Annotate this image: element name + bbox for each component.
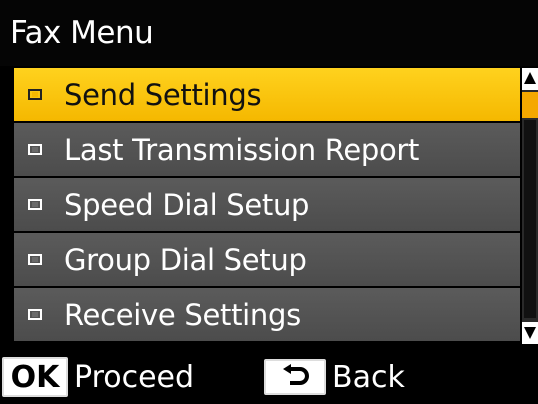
menu-item-label: Speed Dial Setup (64, 187, 310, 222)
menu-item-label: Receive Settings (64, 297, 301, 332)
fax-menu-screen: Fax Menu Send Settings Last Transmission… (0, 0, 538, 404)
scroll-up-arrow-icon[interactable] (522, 68, 538, 90)
menu-item-last-transmission-report[interactable]: Last Transmission Report (14, 123, 520, 176)
menu-item-send-settings[interactable]: Send Settings (14, 68, 520, 121)
scroll-down-arrow-icon[interactable] (522, 322, 538, 344)
scrollbar[interactable] (522, 68, 538, 344)
title-bar: Fax Menu (0, 0, 538, 66)
back-hint: Back (332, 359, 405, 395)
menu-item-label: Last Transmission Report (64, 132, 420, 167)
scroll-thumb[interactable] (522, 92, 538, 118)
footer-bar: OK Proceed Back (0, 350, 538, 404)
proceed-hint: Proceed (74, 359, 195, 395)
menu-list: Send Settings Last Transmission Report S… (14, 68, 520, 344)
return-arrow-icon[interactable] (264, 359, 327, 395)
menu-item-speed-dial-setup[interactable]: Speed Dial Setup (14, 178, 520, 231)
bullet-icon (28, 309, 42, 320)
bullet-icon (28, 254, 42, 265)
bullet-icon (28, 199, 42, 210)
menu-item-group-dial-setup[interactable]: Group Dial Setup (14, 233, 520, 286)
menu-item-label: Group Dial Setup (64, 242, 307, 277)
bullet-icon (28, 89, 42, 100)
scroll-track (524, 120, 536, 318)
ok-key-icon[interactable]: OK (2, 357, 68, 397)
menu-item-receive-settings[interactable]: Receive Settings (14, 288, 520, 341)
menu-item-label: Send Settings (64, 77, 262, 112)
page-title: Fax Menu (10, 15, 154, 51)
bullet-icon (28, 144, 42, 155)
